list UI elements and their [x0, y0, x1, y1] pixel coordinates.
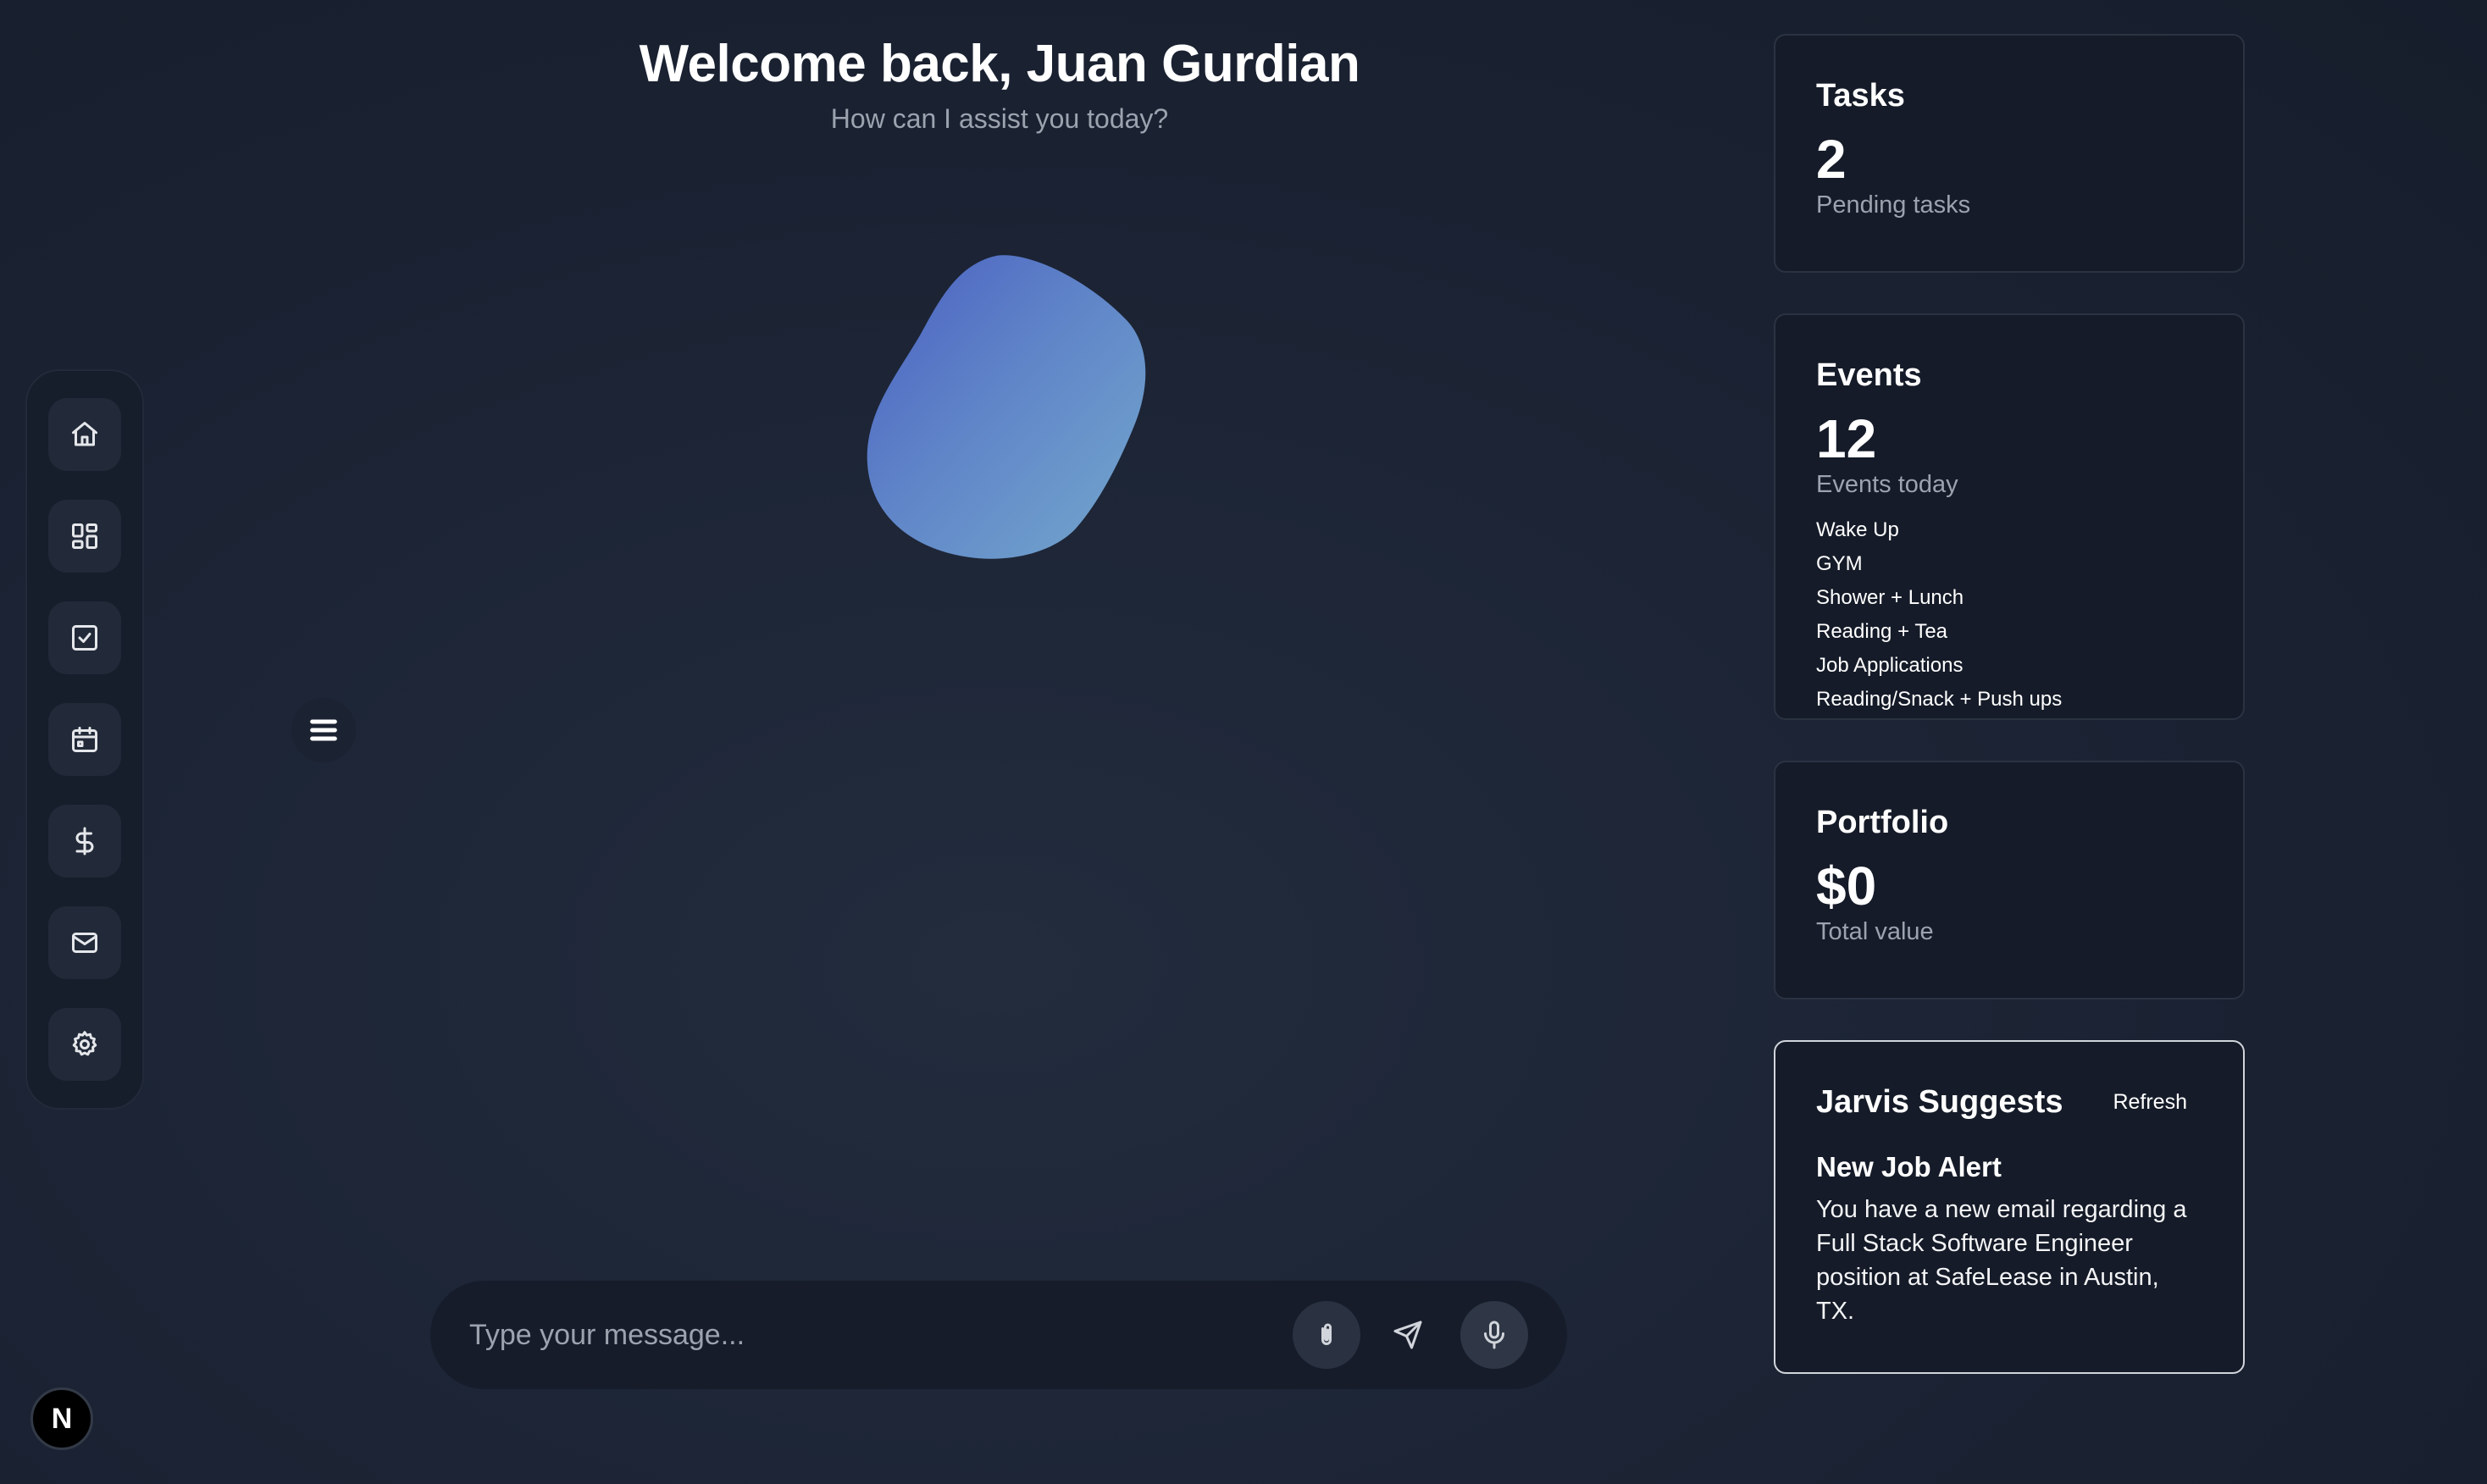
tasks-title: Tasks: [1816, 78, 1905, 114]
portfolio-card[interactable]: Portfolio $0 Total value: [1774, 761, 2245, 999]
attach-button[interactable]: [1293, 1301, 1360, 1369]
portfolio-title: Portfolio: [1816, 805, 1949, 840]
events-caption: Events today: [1816, 471, 1958, 498]
sidebar-item-dashboard[interactable]: [48, 500, 121, 573]
list-item: Job Applications: [1816, 654, 1964, 677]
suggestions-title: Jarvis Suggests: [1816, 1084, 2063, 1120]
events-card[interactable]: Events 12 Events today Wake Up GYM Showe…: [1774, 313, 2245, 720]
hamburger-menu-icon: [310, 719, 337, 741]
checkbox-icon: [72, 625, 97, 651]
sidebar-item-tasks[interactable]: [48, 601, 121, 674]
menu-toggle-button[interactable]: [291, 698, 356, 762]
assistant-orb: [867, 255, 1146, 559]
tasks-card[interactable]: Tasks 2 Pending tasks: [1774, 34, 2245, 273]
dollar-icon: [75, 827, 94, 856]
send-button[interactable]: [1374, 1301, 1442, 1369]
tasks-caption: Pending tasks: [1816, 191, 1971, 219]
tasks-count: 2: [1816, 129, 1847, 190]
sidebar-item-home[interactable]: [48, 398, 121, 471]
events-list: Wake Up GYM Shower + Lunch Reading + Tea…: [1816, 513, 2202, 717]
list-item: Reading/Snack + Push ups: [1816, 688, 2063, 711]
welcome-header: Welcome back, Juan Gurdian How can I ass…: [491, 32, 1508, 135]
message-input[interactable]: [469, 1318, 1293, 1352]
sidebar-item-mail[interactable]: [48, 906, 121, 979]
chat-composer: [430, 1281, 1567, 1389]
calendar-icon: [72, 727, 97, 752]
suggestions-card: Jarvis Suggests Refresh New Job Alert Yo…: [1774, 1040, 2245, 1374]
mail-icon: [72, 933, 97, 953]
list-item: Shower + Lunch: [1816, 586, 1964, 609]
sidebar-nav: [25, 369, 144, 1110]
sidebar-item-finance[interactable]: [48, 805, 121, 878]
sidebar-item-calendar[interactable]: [48, 703, 121, 776]
app-badge[interactable]: N: [30, 1387, 93, 1450]
send-icon: [1393, 1321, 1422, 1349]
portfolio-caption: Total value: [1816, 918, 1934, 945]
microphone-icon: [1484, 1321, 1504, 1349]
suggestion-heading: New Job Alert: [1816, 1151, 2002, 1182]
gear-icon: [72, 1031, 97, 1056]
voice-button[interactable]: [1460, 1301, 1528, 1369]
home-icon: [72, 422, 97, 446]
portfolio-value: $0: [1816, 856, 1877, 916]
suggestions-header: Jarvis Suggests Refresh: [1816, 1083, 2202, 1121]
suggestion-body: You have a new email regarding a Full St…: [1816, 1196, 2187, 1325]
refresh-button[interactable]: Refresh: [2097, 1085, 2202, 1120]
badge-letter: N: [51, 1402, 73, 1435]
paperclip-icon: [1321, 1323, 1332, 1345]
dashboard-icon: [72, 523, 97, 549]
events-count: 12: [1816, 408, 1877, 469]
page-title: Welcome back, Juan Gurdian: [639, 35, 1360, 93]
page-subtitle: How can I assist you today?: [830, 103, 1169, 134]
sidebar-item-settings[interactable]: [48, 1008, 121, 1081]
events-title: Events: [1816, 357, 1922, 393]
list-item: GYM: [1816, 552, 1863, 575]
list-item: Wake Up: [1816, 518, 1899, 541]
list-item: Reading + Tea: [1816, 620, 1948, 643]
